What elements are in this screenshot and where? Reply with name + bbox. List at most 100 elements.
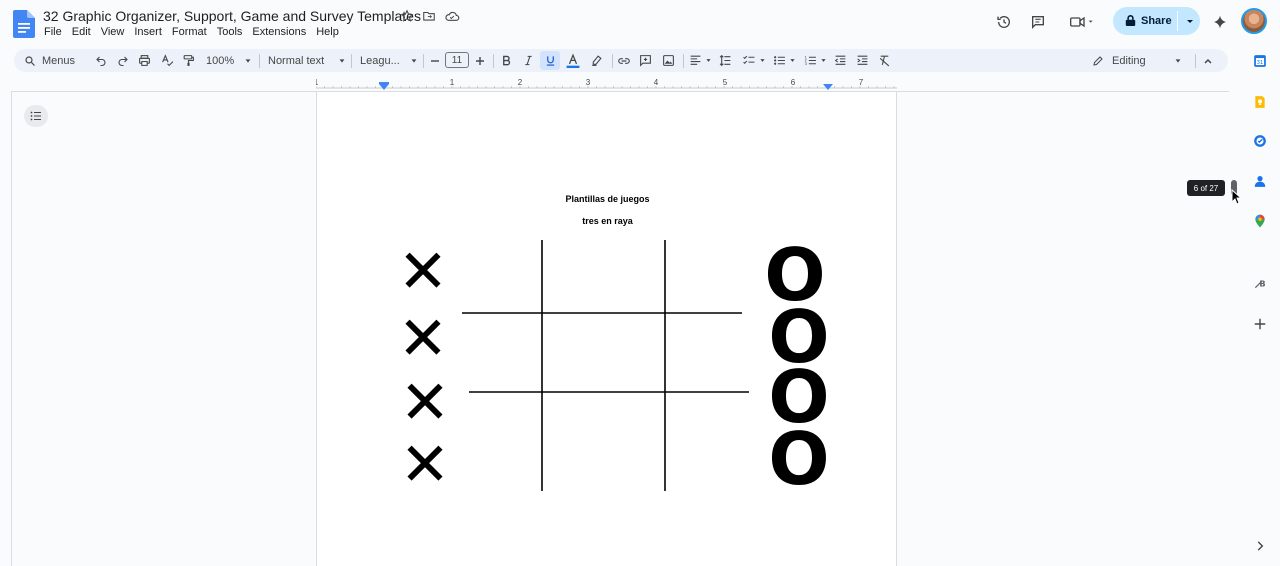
chevron-down-icon: [821, 59, 826, 62]
align-icon[interactable]: [689, 49, 712, 72]
x-mark-2: ✕: [398, 304, 448, 374]
highlight-color-icon[interactable]: [590, 49, 603, 72]
x-mark-3: ✕: [400, 368, 450, 438]
side-panel: 31 B: [1243, 40, 1280, 566]
menu-edit[interactable]: Edit: [72, 26, 99, 38]
tic-tac-toe-graphic[interactable]: ✕ ✕ ✕ ✕ O O O O: [317, 92, 898, 566]
zoom-select[interactable]: 100%: [206, 49, 252, 72]
zoom-value: 100%: [206, 54, 235, 67]
italic-icon[interactable]: [523, 49, 534, 72]
ruler-tick-3: 3: [586, 78, 591, 87]
numbered-list-icon[interactable]: 123: [804, 49, 827, 72]
svg-text:31: 31: [1257, 60, 1264, 66]
menu-extensions[interactable]: Extensions: [252, 26, 314, 38]
version-history-icon[interactable]: [990, 7, 1018, 37]
hide-menus-icon[interactable]: [1203, 49, 1213, 72]
formatting-toolbar: Menus 100% Normal text Leagu... 11 1 2 3…: [14, 49, 1228, 72]
first-line-indent-marker[interactable]: [379, 82, 389, 84]
menu-tools[interactable]: Tools: [217, 26, 251, 38]
editing-mode-select[interactable]: Editing: [1092, 49, 1182, 72]
share-dropdown-icon[interactable]: [1185, 16, 1195, 26]
menu-help[interactable]: Help: [316, 26, 347, 38]
line-spacing-icon[interactable]: [719, 49, 732, 72]
menu-file[interactable]: File: [44, 26, 70, 38]
share-button[interactable]: Share: [1113, 7, 1200, 35]
chevron-down-icon: [760, 59, 765, 62]
x-mark-4: ✕: [400, 430, 450, 500]
paragraph-style-select[interactable]: Normal text: [268, 49, 346, 72]
pencil-icon: [1093, 55, 1103, 66]
maps-icon[interactable]: [1253, 214, 1267, 228]
text-color-icon[interactable]: [566, 49, 580, 72]
canvas-left-border: [11, 91, 12, 566]
font-select[interactable]: Leagu...: [360, 49, 418, 72]
contacts-icon[interactable]: [1253, 174, 1267, 188]
font-size-value: 11: [451, 54, 463, 66]
chevron-right-icon[interactable]: [1253, 539, 1267, 553]
editing-mode-label: Editing: [1112, 54, 1146, 67]
ruler-tick-0: 1: [316, 78, 319, 87]
meet-icon[interactable]: [1064, 7, 1100, 37]
search-icon: [25, 55, 35, 66]
underline-icon[interactable]: [540, 51, 560, 70]
ruler-tick-6: 6: [791, 78, 796, 87]
paint-format-icon[interactable]: [182, 49, 195, 72]
increase-indent-icon[interactable]: [856, 49, 869, 72]
move-folder-icon[interactable]: [422, 9, 436, 23]
decrease-font-size-icon[interactable]: [430, 49, 440, 72]
comments-icon[interactable]: [1024, 7, 1052, 37]
document-page[interactable]: Plantillas de juegos tres en raya ✕ ✕ ✕ …: [316, 92, 897, 566]
checklist-icon[interactable]: [742, 49, 766, 72]
spellcheck-icon[interactable]: [161, 49, 174, 72]
font-size-input[interactable]: 11: [445, 52, 469, 68]
document-outline-button[interactable]: [24, 105, 48, 127]
print-icon[interactable]: [138, 49, 151, 72]
paragraph-style-value: Normal text: [268, 54, 325, 67]
ruler-tick-5: 5: [723, 78, 728, 87]
ruler-tick-2: 2: [518, 78, 523, 87]
mouse-cursor-icon: [1231, 189, 1243, 205]
calendar-icon[interactable]: 31: [1253, 54, 1267, 68]
addon-icon[interactable]: B: [1253, 276, 1267, 290]
menu-insert[interactable]: Insert: [134, 26, 170, 38]
left-indent-marker[interactable]: [379, 84, 389, 90]
keep-icon[interactable]: [1253, 95, 1267, 109]
search-menus-label: Menus: [42, 54, 76, 67]
tasks-icon[interactable]: [1253, 134, 1267, 148]
increase-font-size-icon[interactable]: [475, 49, 485, 72]
menu-format[interactable]: Format: [172, 26, 215, 38]
ruler-tick-7: 7: [859, 78, 864, 87]
font-value: Leagu...: [360, 54, 400, 67]
share-label: Share: [1141, 15, 1172, 27]
clear-formatting-icon[interactable]: [878, 49, 891, 72]
svg-text:3: 3: [805, 61, 808, 66]
bold-icon[interactable]: [501, 49, 512, 72]
redo-icon[interactable]: [117, 49, 129, 72]
decrease-indent-icon[interactable]: [834, 49, 847, 72]
chevron-down-icon: [790, 59, 795, 62]
chevron-down-icon: [411, 58, 417, 63]
search-menus-button[interactable]: Menus: [24, 49, 75, 72]
chevron-down-icon: [1175, 58, 1181, 63]
right-indent-marker[interactable]: [823, 84, 833, 90]
docs-logo-icon[interactable]: [13, 10, 35, 38]
ruler-tick-1: 1: [450, 78, 455, 87]
chevron-down-icon: [706, 59, 711, 62]
undo-icon[interactable]: [95, 49, 107, 72]
gemini-icon[interactable]: [1206, 7, 1234, 37]
o-mark-4: O: [768, 417, 829, 501]
insert-image-icon[interactable]: [662, 49, 675, 72]
menu-bar: File Edit View Insert Format Tools Exten…: [44, 26, 349, 38]
document-title[interactable]: 32 Graphic Organizer, Support, Game and …: [43, 8, 421, 24]
add-icon[interactable]: [1253, 317, 1267, 331]
insert-comment-icon[interactable]: [639, 49, 652, 72]
page-indicator-tooltip: 6 of 27: [1187, 180, 1225, 196]
account-avatar[interactable]: [1241, 8, 1267, 34]
cloud-saved-icon[interactable]: [444, 9, 460, 23]
star-icon[interactable]: [400, 9, 414, 23]
google-docs-window: 32 Graphic Organizer, Support, Game and …: [0, 0, 1280, 566]
insert-link-icon[interactable]: [617, 49, 631, 72]
horizontal-ruler[interactable]: 1 1 2 3 4 5 6 7: [316, 77, 897, 91]
menu-view[interactable]: View: [101, 26, 133, 38]
bulleted-list-icon[interactable]: [773, 49, 796, 72]
